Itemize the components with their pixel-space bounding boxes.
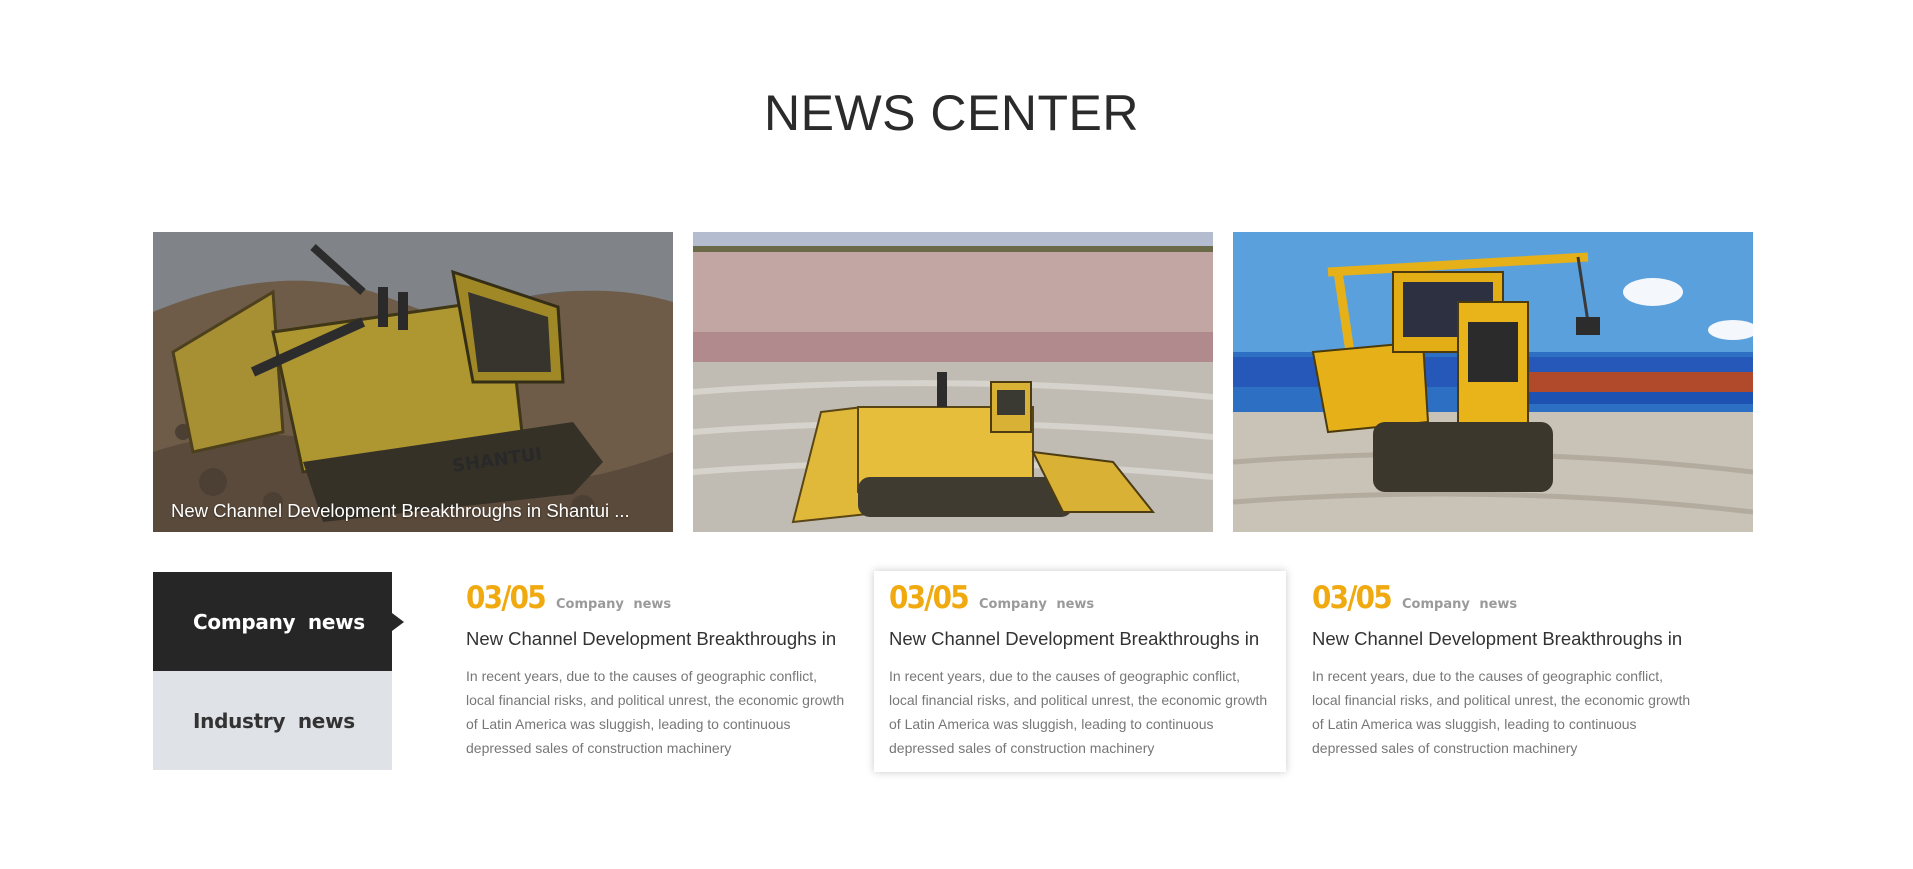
card-headline[interactable]: New Channel Development Breakthroughs in [889, 628, 1286, 650]
bulldozer-field-image [693, 232, 1213, 532]
card-description: In recent years, due to the causes of ge… [889, 668, 1268, 756]
news-photo-3[interactable] [1233, 232, 1753, 532]
card-date: 03/05 [889, 580, 970, 616]
news-photo-2[interactable] [693, 232, 1213, 532]
card-description: In recent years, due to the causes of ge… [1312, 668, 1691, 756]
tab-company-news[interactable]: Company news [153, 572, 404, 671]
card-description: In recent years, due to the causes of ge… [466, 668, 845, 756]
pipelayer-image [1233, 232, 1753, 532]
card-meta: 03/05 Company news [889, 580, 1286, 620]
news-card[interactable]: 03/05 Company news New Channel Developme… [466, 571, 878, 772]
card-category: Company news [556, 597, 672, 612]
card-category: Company news [979, 597, 1095, 612]
section-title: NEWS CENTER [764, 85, 1139, 141]
news-card[interactable]: 03/05 Company news New Channel Developme… [1312, 571, 1724, 772]
news-card[interactable]: 03/05 Company news New Channel Developme… [874, 571, 1286, 772]
card-date: 03/05 [1312, 580, 1393, 616]
news-tabs: Company news Industry news [153, 572, 404, 770]
news-photo-1[interactable]: SHANTUI New Channel Development Breakthr… [153, 232, 673, 532]
card-date: 03/05 [466, 580, 547, 616]
card-meta: 03/05 Company news [1312, 580, 1724, 620]
tab-industry-news[interactable]: Industry news [153, 671, 392, 770]
card-headline[interactable]: New Channel Development Breakthroughs in [1312, 628, 1724, 650]
card-meta: 03/05 Company news [466, 580, 878, 620]
photo-caption[interactable]: New Channel Development Breakthroughs in… [171, 500, 655, 522]
photo-overlay [153, 232, 673, 532]
card-headline[interactable]: New Channel Development Breakthroughs in [466, 628, 878, 650]
card-category: Company news [1402, 597, 1518, 612]
